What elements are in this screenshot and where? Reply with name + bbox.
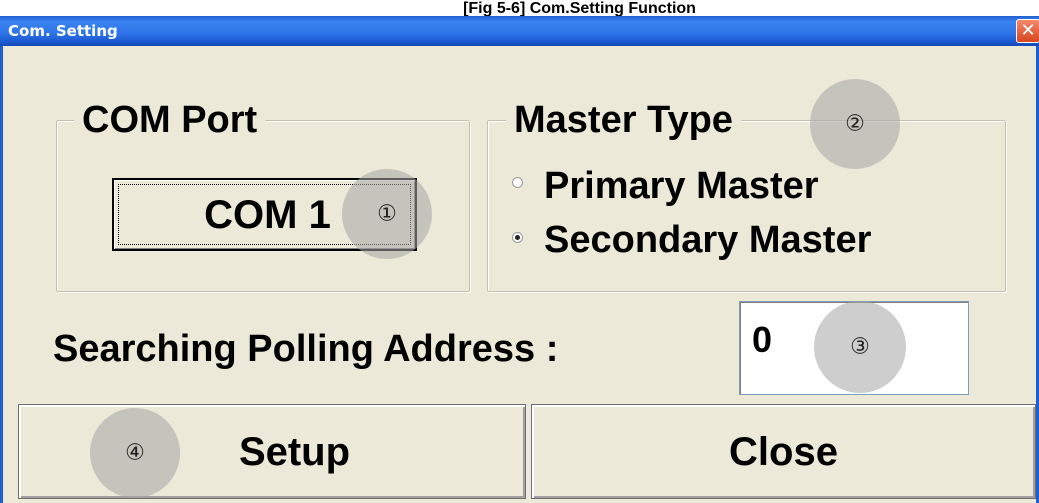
com-port-label: COM Port [74,101,266,139]
figure-caption: [Fig 5-6] Com.Setting Function [0,0,1039,16]
master-type-label: Master Type [506,101,741,139]
polling-address-value: 0 [752,319,773,360]
marker-3: ③ [814,301,906,393]
window-title: Com. Setting [8,22,118,40]
title-bar[interactable]: Com. Setting [0,16,1039,46]
marker-2: ② [810,79,900,169]
close-icon[interactable]: ✕ [1016,19,1039,43]
polling-address-label: Searching Polling Address : [53,328,559,370]
secondary-master-label[interactable]: Secondary Master [544,221,871,259]
secondary-master-radio[interactable] [512,232,523,243]
close-button[interactable]: Close [531,404,1036,499]
marker-4: ④ [90,408,180,498]
radio-selected-dot [515,235,520,240]
primary-master-radio[interactable] [512,177,523,188]
close-button-label: Close [729,430,838,474]
marker-1: ① [342,169,432,259]
primary-master-label[interactable]: Primary Master [544,167,819,205]
